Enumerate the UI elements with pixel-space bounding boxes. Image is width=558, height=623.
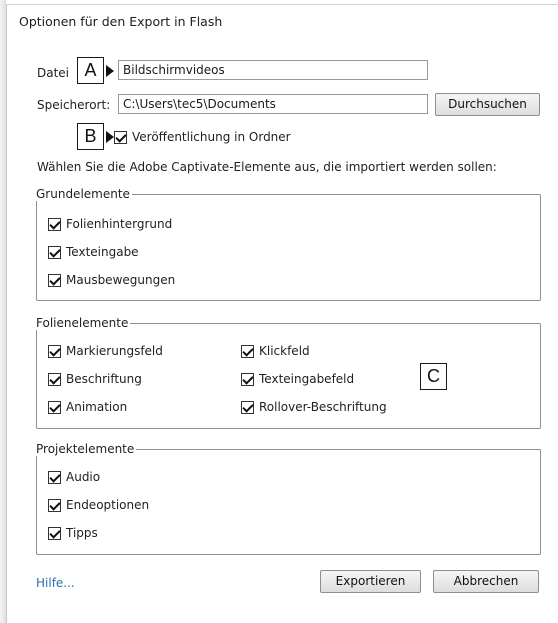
callout-b-arrow [106,131,114,143]
file-label: Datei [37,66,70,80]
callout-a-arrow [106,65,114,77]
checkbox-label: Endeoptionen [66,498,150,512]
basic-elements-title: Grundelemente [36,187,132,201]
checkbox-item[interactable]: Rollover-Beschriftung [241,400,387,414]
export-button[interactable]: Exportieren [320,570,421,593]
callout-c: C [420,363,447,390]
browse-button[interactable]: Durchsuchen [435,93,540,116]
checkbox-label: Texteingabe [66,245,139,259]
publish-folder-checkbox[interactable] [114,130,127,144]
checkbox-label: Markierungsfeld [66,344,163,358]
checkbox-item[interactable]: Beschriftung [48,372,142,386]
checkbox[interactable] [48,498,61,512]
checkbox-label: Animation [66,400,128,414]
checkbox-label: Beschriftung [66,372,142,386]
checkbox-label: Mausbewegungen [66,273,176,287]
checkbox[interactable] [241,372,254,386]
location-input[interactable]: C:\Users\tec5\Documents [118,94,428,114]
checkbox[interactable] [48,273,61,287]
slide-elements-title: Folienelemente [36,316,131,330]
publish-folder-option[interactable]: Veröffentlichung in Ordner [114,130,291,144]
checkbox[interactable] [241,344,254,358]
location-label: Speicherort: [37,98,111,112]
checkbox-label: Folienhintergrund [66,217,173,231]
checkbox-label: Tipps [66,526,98,540]
checkbox-item[interactable]: Audio [48,470,100,484]
project-elements-title: Projektelemente [36,442,137,456]
checkbox-item[interactable]: Endeoptionen [48,498,149,512]
callout-b: B [77,123,104,150]
checkbox[interactable] [48,372,61,386]
checkbox-item[interactable]: Animation [48,400,127,414]
checkbox-label: Audio [66,470,101,484]
checkbox-item[interactable]: Tipps [48,526,98,540]
callout-a: A [77,57,104,84]
checkbox[interactable] [48,217,61,231]
checkbox-item[interactable]: Texteingabe [48,245,139,259]
publish-folder-label: Veröffentlichung in Ordner [132,130,291,144]
checkbox[interactable] [241,400,254,414]
checkbox[interactable] [48,344,61,358]
export-dialog: Optionen für den Export in Flash Datei A… [6,4,558,623]
checkbox-label: Rollover-Beschriftung [259,400,387,414]
checkbox-item[interactable]: Markierungsfeld [48,344,163,358]
file-name-input[interactable]: Bildschirmvideos [118,60,428,80]
checkbox-item[interactable]: Klickfeld [241,344,310,358]
checkbox-item[interactable]: Mausbewegungen [48,273,175,287]
help-link[interactable]: Hilfe... [36,576,75,590]
checkbox-label: Klickfeld [259,344,310,358]
checkbox-item[interactable]: Folienhintergrund [48,217,172,231]
checkbox[interactable] [48,400,61,414]
dialog-title: Optionen für den Export in Flash [19,14,223,29]
checkbox[interactable] [48,526,61,540]
checkbox[interactable] [48,245,61,259]
instruction-text: Wählen Sie die Adobe Captivate-Elemente … [37,160,497,174]
checkbox-item[interactable]: Texteingabefeld [241,372,354,386]
cancel-button[interactable]: Abbrechen [433,570,539,593]
checkbox-label: Texteingabefeld [259,372,355,386]
checkbox[interactable] [48,470,61,484]
